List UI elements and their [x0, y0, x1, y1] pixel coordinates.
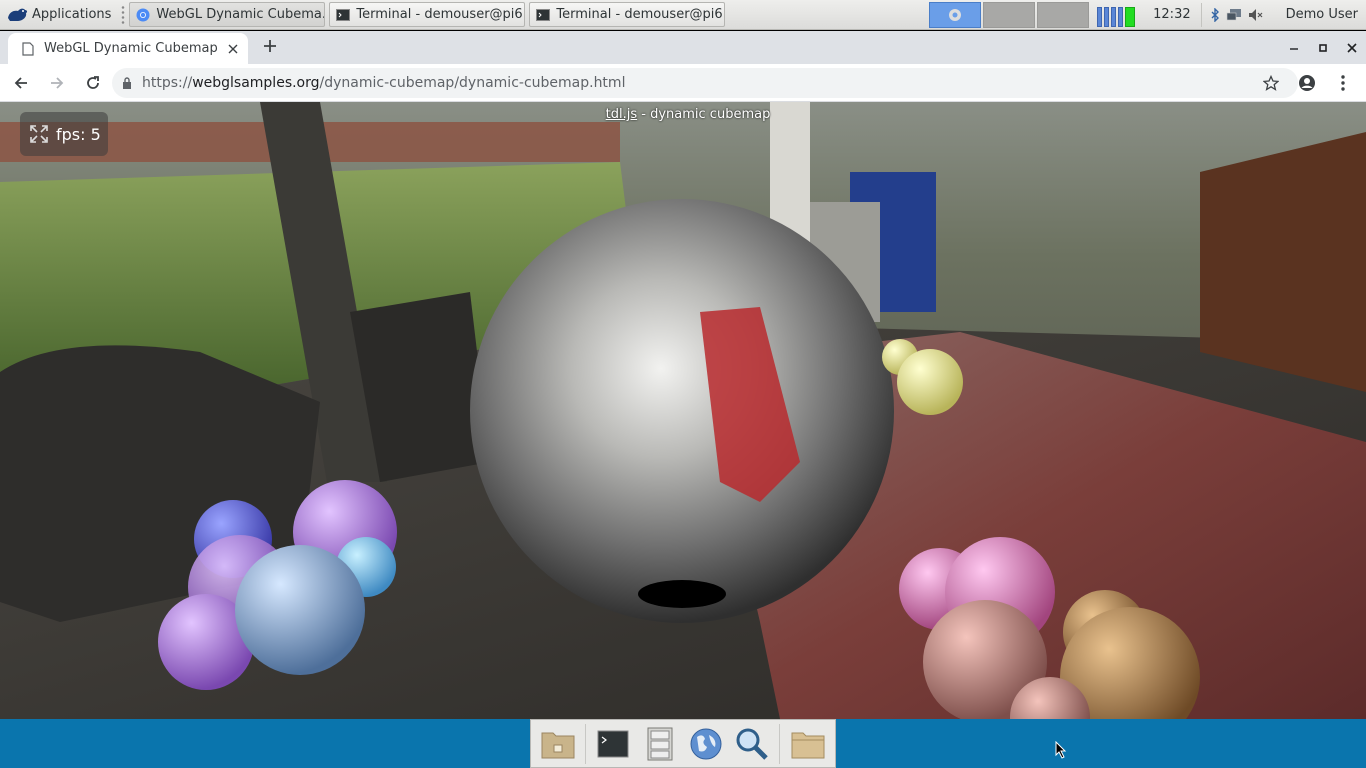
display-case	[1200, 132, 1366, 392]
web-browser-launcher[interactable]	[687, 725, 724, 763]
home-folder-launcher[interactable]	[539, 725, 576, 763]
user-menu[interactable]: Demo User	[1272, 7, 1366, 22]
taskbar-item-label: Terminal - demouser@pi6...	[556, 7, 726, 22]
mouse-cursor-icon	[1055, 741, 1067, 759]
taskbar-item-chrome[interactable]: WebGL Dynamic Cubema...	[129, 2, 326, 27]
reload-button[interactable]	[78, 68, 108, 98]
home-folder-icon	[541, 732, 574, 758]
dock-separator	[779, 723, 781, 764]
bluetooth-icon[interactable]	[1210, 7, 1220, 22]
maximize-button[interactable]	[1308, 31, 1337, 64]
bookmark-button[interactable]	[1256, 68, 1286, 98]
terminal-launcher[interactable]	[595, 725, 632, 763]
folder-icon	[791, 732, 825, 758]
forward-button[interactable]	[42, 68, 72, 98]
tab-title: WebGL Dynamic Cubemap	[44, 41, 218, 56]
chrome-icon	[949, 8, 962, 21]
taskbar-item-label: WebGL Dynamic Cubema...	[156, 7, 326, 22]
account-icon	[1299, 75, 1315, 91]
cpu-graph	[1097, 3, 1136, 27]
terminal-icon	[536, 8, 551, 21]
back-button[interactable]	[6, 68, 36, 98]
dock-separator	[585, 723, 586, 764]
chrome-sphere	[470, 199, 894, 623]
caption-text: - dynamic cubemap	[637, 107, 771, 122]
window-controls	[1279, 31, 1366, 64]
menu-button[interactable]	[1328, 68, 1358, 98]
taskbar-item-terminal[interactable]: Terminal - demouser@pi6...	[329, 2, 526, 27]
webgl-canvas[interactable]	[0, 102, 1366, 719]
workspace-3[interactable]	[1037, 1, 1090, 28]
arrow-right-icon	[51, 76, 64, 89]
clock[interactable]: 12:32	[1143, 7, 1200, 22]
close-tab-icon[interactable]	[228, 44, 238, 54]
plus-icon	[264, 40, 276, 52]
kebab-menu-icon	[1341, 75, 1345, 91]
terminal-icon	[336, 8, 351, 21]
chrome-icon	[136, 8, 150, 21]
ball-yellow	[897, 349, 963, 415]
url-scheme: https://	[142, 75, 193, 91]
url-host: webglsamples.org	[192, 75, 320, 91]
taskbar-item-label: Terminal - demouser@pi6...	[356, 7, 526, 22]
close-icon	[1346, 42, 1357, 53]
status-icons	[1200, 2, 1272, 27]
page-caption: tdl.js - dynamic cubemap	[0, 107, 1366, 122]
maximize-icon	[1318, 43, 1327, 52]
system-tray: 12:32 Demo User	[929, 0, 1366, 30]
file-manager-launcher[interactable]	[641, 725, 678, 763]
lock-icon[interactable]	[122, 77, 132, 89]
search-icon	[736, 728, 768, 760]
browser-tab-strip: WebGL Dynamic Cubemap	[0, 31, 1366, 64]
sphere-shadow-spot	[638, 580, 726, 608]
star-icon	[1263, 75, 1279, 91]
page-content: fps: 5 tdl.js - dynamic cubemap	[0, 102, 1366, 719]
workspace-1[interactable]	[929, 1, 982, 28]
file-cabinet-icon	[647, 727, 672, 760]
xfce-mouse-icon	[8, 8, 28, 21]
applications-label: Applications	[32, 7, 112, 22]
url-path: /dynamic-cubemap/dynamic-cubemap.html	[319, 75, 626, 91]
tab-webgl-dynamic-cubemap[interactable]: WebGL Dynamic Cubemap	[8, 33, 248, 64]
page-icon	[22, 41, 34, 56]
tdl-link[interactable]: tdl.js	[606, 107, 637, 122]
profile-button[interactable]	[1292, 68, 1322, 98]
fullscreen-icon[interactable]	[30, 125, 48, 143]
toolbar-actions	[1256, 68, 1358, 98]
taskbar-item-terminal[interactable]: Terminal - demouser@pi6...	[529, 2, 726, 27]
search-launcher[interactable]	[733, 725, 770, 763]
volume-muted-icon[interactable]	[1248, 8, 1264, 22]
browser-toolbar: https://webglsamples.org/dynamic-cubemap…	[0, 64, 1366, 102]
panel-separator	[120, 4, 127, 25]
arrow-left-icon	[14, 76, 27, 89]
dock	[530, 719, 836, 768]
fps-label: fps: 5	[56, 124, 101, 144]
minimize-icon	[1289, 47, 1298, 50]
ball-blue	[235, 545, 365, 675]
address-bar[interactable]: https://webglsamples.org/dynamic-cubemap…	[112, 68, 1298, 98]
folder-launcher[interactable]	[789, 725, 826, 763]
applications-menu-button[interactable]: Applications	[0, 0, 117, 30]
workspace-2[interactable]	[983, 1, 1036, 28]
network-icon[interactable]	[1226, 8, 1242, 22]
new-tab-button[interactable]	[258, 36, 282, 60]
terminal-icon	[597, 730, 629, 757]
close-window-button[interactable]	[1337, 31, 1366, 64]
reload-icon	[87, 75, 99, 89]
minimize-button[interactable]	[1279, 31, 1308, 64]
web-browser-icon	[690, 728, 722, 759]
desktop-top-panel: Applications WebGL Dynamic Cubema... Ter…	[0, 0, 1366, 30]
